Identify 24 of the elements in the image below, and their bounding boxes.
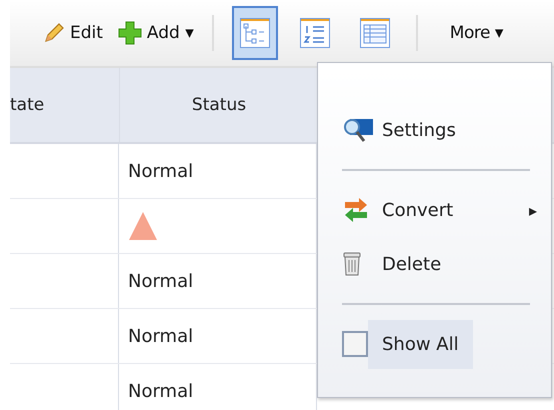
trash-can-icon xyxy=(342,251,362,277)
column-header[interactable]: tate xyxy=(10,68,120,142)
menu-item[interactable]: Show All xyxy=(368,320,473,368)
triangle-icon xyxy=(128,211,158,241)
submenu-arrow-icon: ▸ xyxy=(528,200,537,220)
more-button[interactable]: More ▾ xyxy=(450,19,503,47)
table-cell: Normal xyxy=(128,380,194,402)
table-cell: Normal xyxy=(128,270,194,292)
numbered-list-icon xyxy=(298,17,331,49)
pencil-icon xyxy=(42,21,66,45)
edit-button[interactable]: Edit xyxy=(38,17,107,49)
table-cell: Normal xyxy=(128,326,194,346)
magnifier-icon xyxy=(342,117,374,143)
table-cell: Normal xyxy=(128,160,194,182)
view-button[interactable] xyxy=(232,6,278,60)
table-view-icon xyxy=(358,17,391,49)
checkbox[interactable] xyxy=(342,331,368,357)
tree-view-icon xyxy=(238,17,271,49)
menu-item[interactable]: Delete xyxy=(368,240,456,288)
menu-item[interactable]: Convert xyxy=(368,186,468,234)
plus-icon xyxy=(116,20,143,46)
menu-item[interactable]: Settings xyxy=(368,106,470,154)
swap-arrows-icon xyxy=(342,196,370,224)
add-button[interactable]: Add ▾ xyxy=(112,16,198,50)
